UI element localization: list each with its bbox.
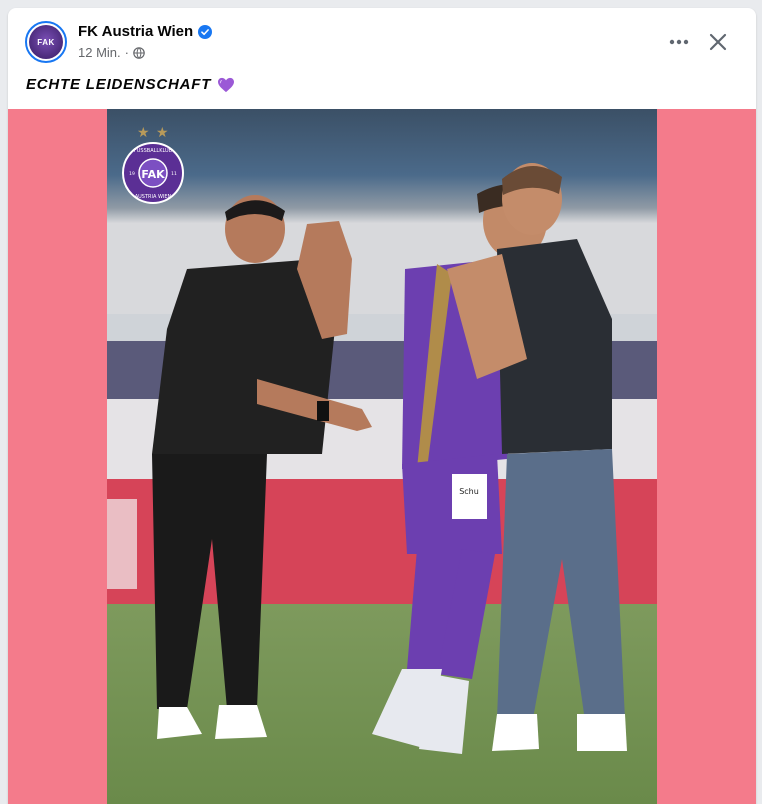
more-options-icon: [669, 39, 689, 45]
svg-text:Schu: Schu: [459, 487, 479, 496]
post-media[interactable]: ★ ★ FAK FUSSBALLKLUB AUSTRIA WIEN 19 11: [8, 109, 756, 804]
svg-text:FAK: FAK: [141, 168, 165, 181]
globe-icon[interactable]: [133, 46, 145, 59]
svg-text:19: 19: [129, 171, 135, 177]
post-header: FK Austria Wien: [78, 23, 213, 40]
verified-badge-icon: [198, 24, 213, 39]
svg-text:FUSSBALLKLUB: FUSSBALLKLUB: [134, 148, 173, 154]
post-timestamp[interactable]: 12 Min.: [78, 45, 121, 60]
caption-text: ECHTE LEIDENSCHAFT: [26, 76, 212, 93]
purple-heart-icon: [218, 77, 235, 92]
svg-text:★: ★: [137, 125, 150, 141]
close-icon: [709, 33, 727, 51]
meta-separator: ·: [124, 45, 129, 60]
svg-text:11: 11: [171, 171, 177, 177]
avatar-text: FAK: [37, 37, 55, 47]
svg-text:AUSTRIA WIEN: AUSTRIA WIEN: [135, 194, 172, 200]
svg-text:★: ★: [156, 125, 169, 141]
club-logo-icon: FAK: [29, 25, 63, 59]
page-name[interactable]: FK Austria Wien: [78, 23, 193, 40]
post-card: FAK FK Austria Wien 12 Min. · ECHTE LEID…: [8, 8, 756, 804]
post-photo: ★ ★ FAK FUSSBALLKLUB AUSTRIA WIEN 19 11: [107, 109, 657, 804]
post-meta: 12 Min. ·: [78, 45, 145, 60]
page-avatar[interactable]: FAK: [25, 21, 67, 63]
post-caption: ECHTE LEIDENSCHAFT: [26, 76, 235, 93]
more-options-button[interactable]: [664, 27, 694, 57]
close-button[interactable]: [703, 27, 733, 57]
